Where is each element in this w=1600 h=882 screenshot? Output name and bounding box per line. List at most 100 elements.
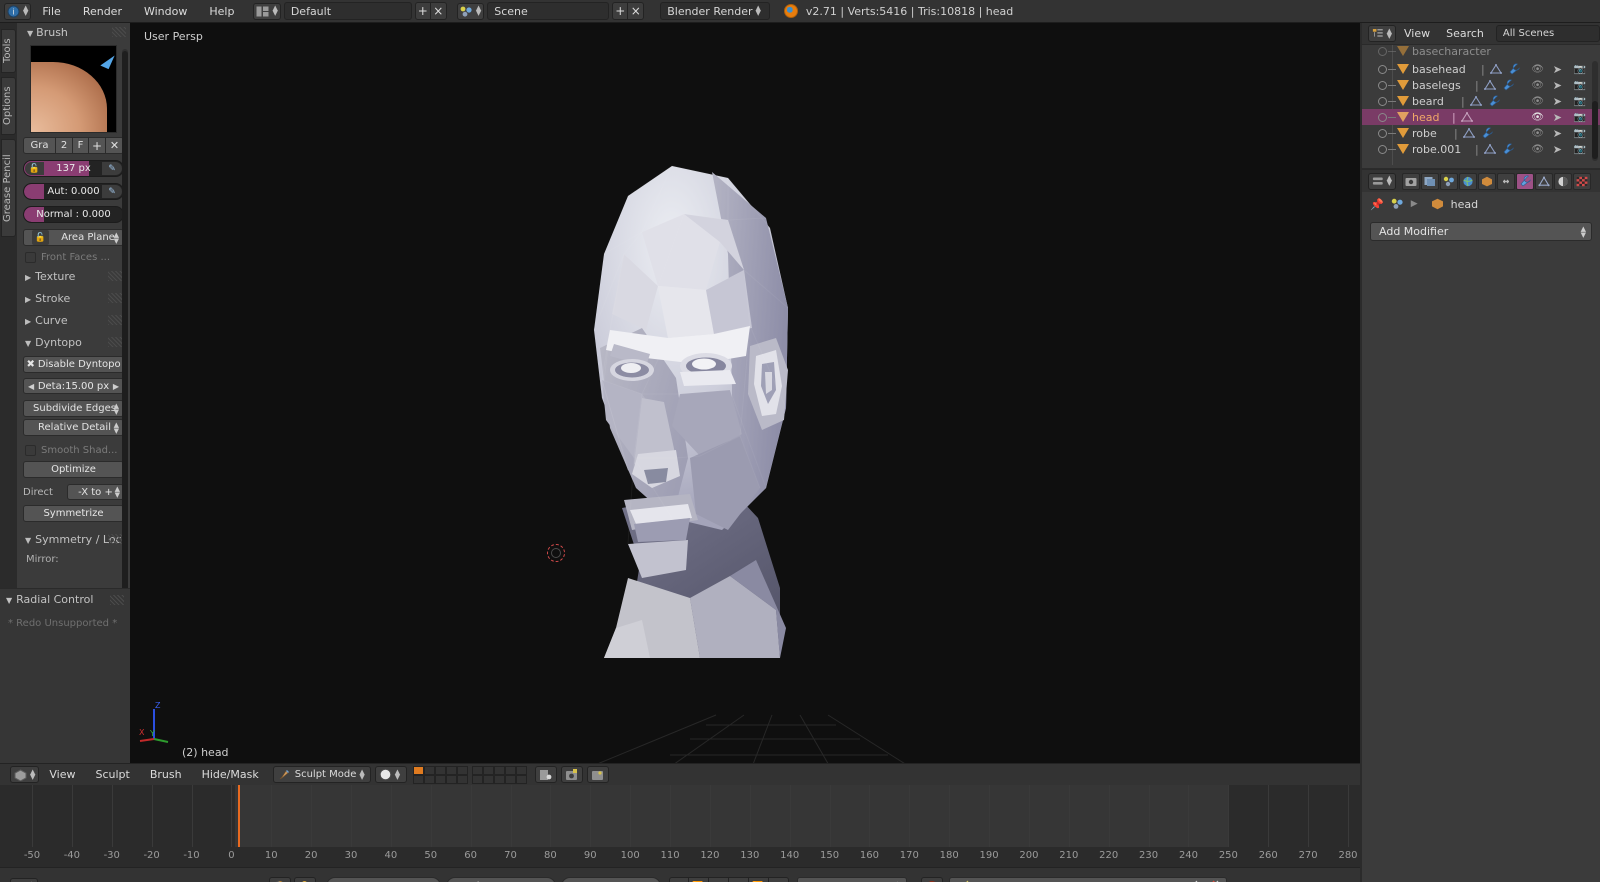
interaction-mode-selector[interactable]: Sculpt Mode ▲ ▼ bbox=[272, 766, 371, 783]
visibility-toggle-icon[interactable]: 👁 bbox=[1531, 112, 1544, 123]
editor-type-selector-info[interactable]: i ▲ ▼ bbox=[4, 2, 32, 20]
strength-pressure-icon[interactable]: ✎ bbox=[102, 185, 122, 198]
mesh-data-icon[interactable] bbox=[1470, 96, 1482, 106]
outliner-row-beard[interactable]: beard | 👁 ➤ 📷 bbox=[1362, 93, 1600, 109]
viewport-menu-sculpt[interactable]: Sculpt bbox=[86, 764, 140, 786]
properties-tab-scene[interactable] bbox=[1440, 172, 1458, 190]
disable-dyntopo-button[interactable]: ✖ Disable Dyntopo bbox=[23, 356, 124, 373]
jump-to-end-button[interactable]: ⏭ bbox=[768, 877, 789, 882]
timeline-playhead[interactable] bbox=[238, 785, 241, 847]
layer-cell[interactable] bbox=[515, 774, 527, 784]
outliner-menu-search[interactable]: Search bbox=[1438, 27, 1492, 40]
layer-cell[interactable] bbox=[504, 765, 516, 775]
mesh-data-icon[interactable] bbox=[1461, 112, 1473, 122]
add-scene-button[interactable]: + bbox=[612, 2, 629, 20]
symmetrize-direction-dropdown[interactable]: -X to + ▲ ▼ bbox=[67, 484, 124, 500]
selectability-toggle-icon[interactable]: ➤ bbox=[1553, 95, 1562, 108]
toolshelf-tab-tools[interactable]: Tools bbox=[1, 29, 16, 73]
visibility-toggle-icon[interactable]: 👁 bbox=[1531, 144, 1544, 155]
toolshelf-scrollbar[interactable] bbox=[122, 49, 128, 614]
modifier-wrench-icon[interactable] bbox=[1502, 79, 1515, 91]
delete-scene-button[interactable]: × bbox=[628, 2, 645, 20]
properties-tab-texture[interactable] bbox=[1573, 172, 1591, 190]
mesh-data-icon[interactable] bbox=[1463, 128, 1475, 138]
scene-icon[interactable] bbox=[1391, 198, 1404, 210]
arrow-right-icon[interactable]: ▶ bbox=[113, 382, 119, 391]
pin-icon[interactable]: 📌 bbox=[1370, 198, 1384, 211]
screen-layout-name[interactable]: Default bbox=[283, 2, 412, 20]
properties-tab-render[interactable] bbox=[1402, 172, 1420, 190]
modifier-wrench-icon[interactable] bbox=[1502, 143, 1515, 155]
brush-name-field[interactable]: Gra bbox=[23, 137, 56, 154]
dyntopo-detail-size-field[interactable]: ◀ Deta:15.00 px ▶ bbox=[23, 378, 124, 394]
viewport-menu-hide-mask[interactable]: Hide/Mask bbox=[192, 764, 269, 786]
current-frame-field[interactable]: ◀ 2 ▶ bbox=[560, 877, 661, 882]
expand-toggle-icon[interactable] bbox=[1378, 96, 1387, 106]
scene-layers-widget[interactable] bbox=[412, 765, 527, 784]
modifier-wrench-icon[interactable] bbox=[1488, 95, 1501, 107]
viewport-render-icon[interactable] bbox=[586, 766, 609, 783]
layer-cell[interactable] bbox=[482, 774, 494, 784]
selectability-toggle-icon[interactable]: ➤ bbox=[1553, 79, 1562, 92]
dyntopo-detail-type-dropdown[interactable]: Relative Detail ▲ ▼ bbox=[23, 419, 124, 436]
add-modifier-button[interactable]: Add Modifier ▲ ▼ bbox=[1370, 222, 1592, 241]
panel-symmetry-lock[interactable]: ▼ Symmetry / Lock bbox=[25, 531, 130, 548]
visibility-toggle-icon[interactable]: 👁 bbox=[1531, 128, 1544, 139]
menu-render[interactable]: Render bbox=[72, 0, 133, 23]
brush-strength-slider[interactable]: Aut: 0.000 ✎ bbox=[23, 183, 124, 200]
layer-cell[interactable] bbox=[515, 765, 527, 775]
layer-cell[interactable] bbox=[471, 765, 483, 775]
properties-tab-constraints[interactable] bbox=[1497, 172, 1515, 190]
panel-texture[interactable]: ▶ Texture bbox=[25, 268, 130, 285]
outliner-row-basecharacter[interactable]: basecharacter bbox=[1362, 43, 1600, 59]
expand-toggle-icon[interactable] bbox=[1378, 46, 1387, 56]
play-reverse-button[interactable]: ◀ bbox=[708, 877, 729, 882]
editor-type-selector-properties[interactable]: ▲ ▼ bbox=[1368, 172, 1396, 190]
layer-cell[interactable] bbox=[412, 774, 424, 784]
arrow-left-icon[interactable]: ◀ bbox=[28, 382, 34, 391]
selectability-toggle-icon[interactable]: ➤ bbox=[1553, 63, 1562, 76]
expand-toggle-icon[interactable] bbox=[1378, 144, 1387, 154]
layer-cell[interactable] bbox=[445, 765, 457, 775]
viewport-menu-view[interactable]: View bbox=[39, 764, 85, 786]
selectability-toggle-icon[interactable]: ➤ bbox=[1553, 127, 1562, 140]
renderability-toggle-icon[interactable]: 📷 bbox=[1574, 144, 1586, 155]
mesh-data-icon[interactable] bbox=[1484, 80, 1496, 90]
timeline-track[interactable] bbox=[0, 785, 1360, 847]
use-preview-range-button[interactable] bbox=[268, 877, 291, 882]
end-frame-field[interactable]: ◀ End: 250 ▶ bbox=[445, 877, 556, 882]
mesh-data-icon[interactable] bbox=[1484, 144, 1496, 154]
sync-mode-dropdown[interactable]: No Sync ▲▼ bbox=[796, 877, 907, 882]
modifier-wrench-icon[interactable] bbox=[1481, 127, 1494, 139]
editor-type-selector-outliner[interactable]: ▲ ▼ bbox=[1368, 25, 1396, 42]
brush-fake-user-button[interactable]: F bbox=[73, 137, 89, 154]
panel-stroke[interactable]: ▶ Stroke bbox=[25, 290, 130, 307]
outliner-row-basehead[interactable]: basehead | 👁 ➤ 📷 bbox=[1362, 61, 1600, 77]
brush-panel-header[interactable]: ▼ Brush bbox=[17, 23, 130, 42]
add-screen-layout-button[interactable]: + bbox=[414, 2, 431, 20]
menu-help[interactable]: Help bbox=[198, 0, 245, 23]
object-icon[interactable] bbox=[1431, 198, 1444, 210]
editor-type-selector-3dview[interactable]: ▲ ▼ bbox=[10, 766, 40, 783]
smooth-shading-checkbox[interactable]: Smooth Shad... bbox=[25, 445, 124, 456]
expand-toggle-icon[interactable] bbox=[1378, 80, 1387, 90]
toolshelf-tab-options[interactable]: Options bbox=[1, 77, 16, 135]
start-frame-field[interactable]: ◀ Start: 1 ▶ bbox=[325, 877, 441, 882]
properties-tab-object[interactable] bbox=[1478, 172, 1496, 190]
radius-unlock-icon[interactable]: 🔓 bbox=[25, 162, 44, 175]
expand-toggle-icon[interactable] bbox=[1378, 128, 1387, 138]
keying-set-field[interactable] bbox=[948, 877, 1227, 882]
layer-cell[interactable] bbox=[504, 774, 516, 784]
renderability-toggle-icon[interactable]: 📷 bbox=[1574, 128, 1586, 139]
outliner-row-head[interactable]: head | 👁 ➤ 📷 bbox=[1362, 109, 1600, 125]
mesh-data-icon[interactable] bbox=[1490, 64, 1502, 74]
outliner-display-mode[interactable]: All Scenes bbox=[1495, 25, 1600, 42]
layer-cell[interactable] bbox=[493, 765, 505, 775]
visibility-toggle-icon[interactable]: 👁 bbox=[1531, 96, 1544, 107]
panel-dyntopo[interactable]: ▼ Dyntopo bbox=[25, 334, 130, 351]
dyntopo-refine-method-dropdown[interactable]: Subdivide Edges ▲ ▼ bbox=[23, 400, 124, 417]
layer-cell[interactable] bbox=[456, 765, 468, 775]
outliner-scrollbar[interactable] bbox=[1592, 61, 1598, 161]
layer-cell[interactable] bbox=[493, 774, 505, 784]
panel-curve[interactable]: ▶ Curve bbox=[25, 312, 130, 329]
